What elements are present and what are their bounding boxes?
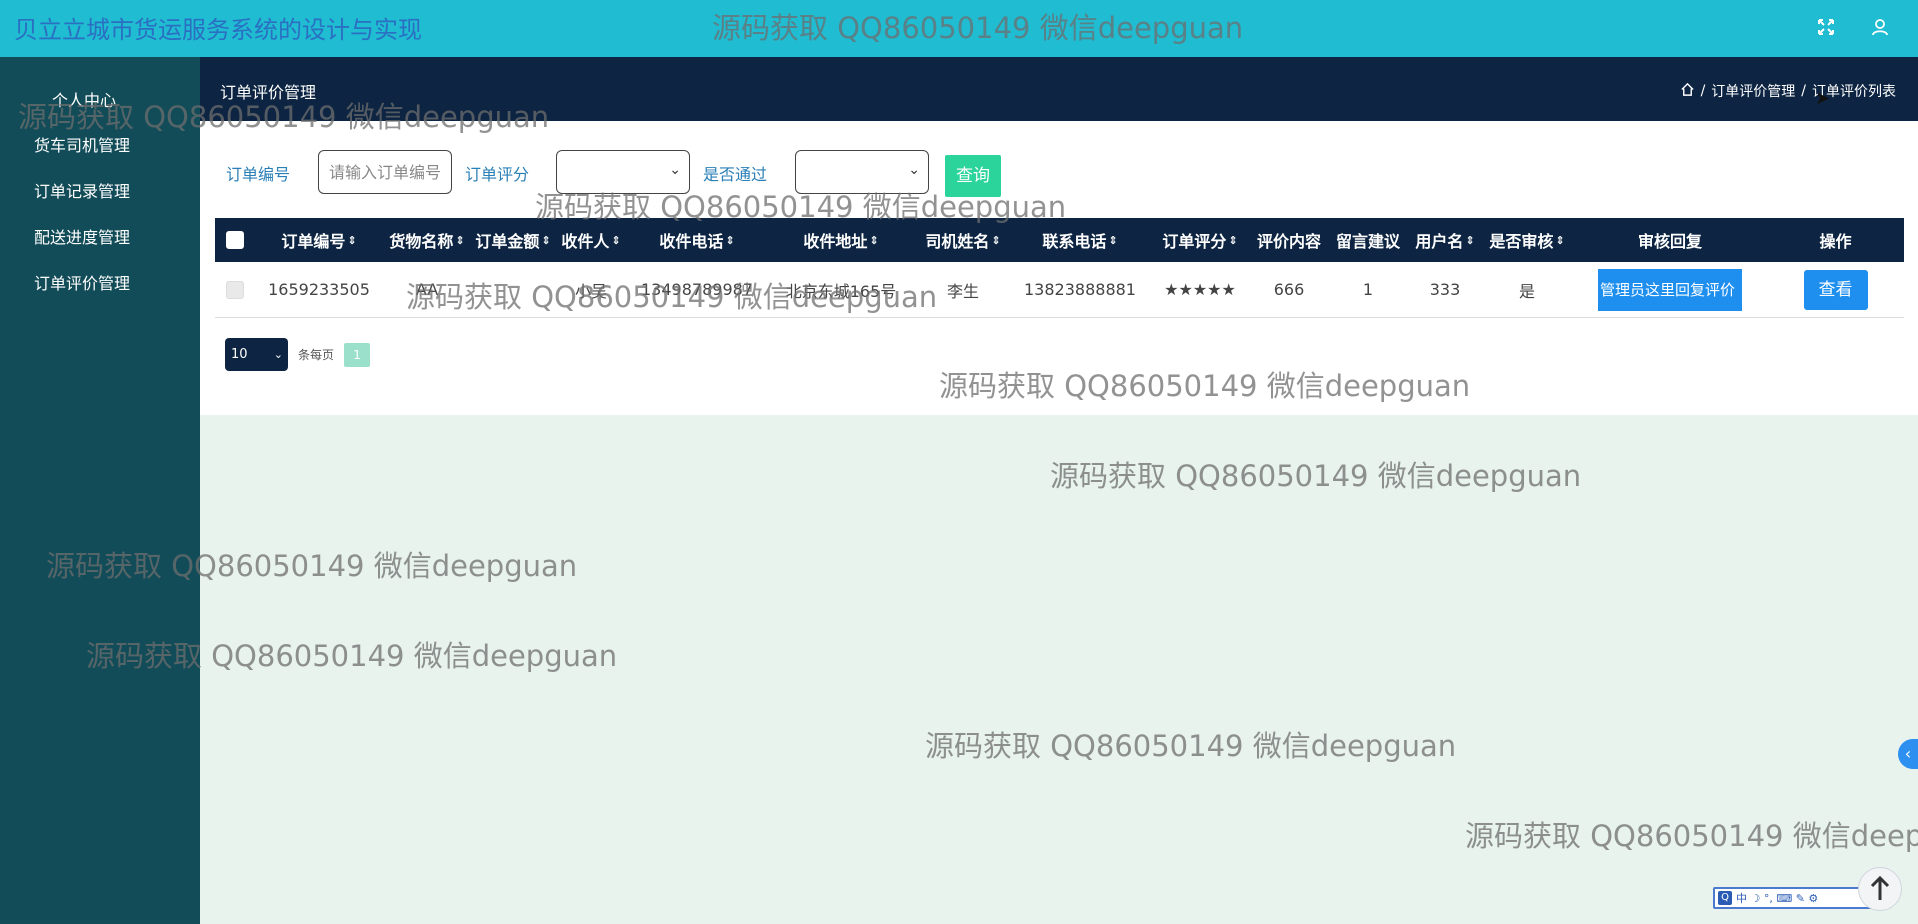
ime-logo-icon: Q <box>1718 891 1732 905</box>
sort-icon: ⇕ <box>991 233 1001 247</box>
app-title: 贝立立城市货运服务系统的设计与实现 <box>14 16 422 44</box>
table-row: 1659233505 AA 小吴 13498789987 北京东城165号 李生… <box>215 262 1904 318</box>
sort-icon: ⇕ <box>1108 233 1118 247</box>
column-header[interactable]: 司机姓名 ⇕ <box>915 218 1011 262</box>
select-all-checkbox[interactable] <box>215 218 255 262</box>
cell-username: 333 <box>1429 280 1461 299</box>
table-header: 订单编号 ⇕ 货物名称 ⇕ 订单金额 ⇕ 收件人 ⇕ 收件电话 ⇕ 收件地址 ⇕ 司机姓名 ⇕… <box>215 218 1904 262</box>
cell-recipient-address: 北京东城165号 <box>785 281 897 301</box>
home-icon[interactable] <box>1680 82 1695 101</box>
cell-rating: ★★★★★ <box>1164 280 1236 299</box>
cell-audited: 是 <box>1518 281 1535 301</box>
column-header[interactable]: 联系电话 ⇕ <box>1011 218 1149 262</box>
cell-recipient: 小吴 <box>574 281 607 301</box>
column-header[interactable]: 订单编号 ⇕ <box>255 218 383 262</box>
sort-icon: ⇕ <box>455 233 465 247</box>
cell-recipient-phone: 13498789987 <box>641 280 753 299</box>
user-icon[interactable] <box>1865 12 1895 42</box>
column-header[interactable]: 是否审核 ⇕ <box>1481 218 1573 262</box>
chevron-down-icon: ⌄ <box>669 162 681 178</box>
page-header: 订单评价管理 / 订单评价管理 / 订单评价列表 <box>200 57 1918 121</box>
page-size-select[interactable]: 10 ⌄ <box>225 338 288 371</box>
watermark: 源码获取 QQ86050149 微信deepguan <box>1465 819 1918 853</box>
page-number-button[interactable]: 1 <box>344 342 371 367</box>
cell-suggestion: 1 <box>1362 280 1374 299</box>
arrow-up-icon <box>1870 875 1890 900</box>
view-button[interactable]: 查看 <box>1803 269 1868 310</box>
cell-review-content: 666 <box>1273 280 1305 299</box>
cell-goods-name: AA <box>415 280 439 299</box>
order-no-input[interactable] <box>318 150 452 194</box>
column-header[interactable]: 订单金额 ⇕ <box>471 218 555 262</box>
column-header[interactable]: 收件电话 ⇕ <box>627 218 767 262</box>
column-header[interactable]: 订单评分 ⇕ <box>1149 218 1251 262</box>
approved-label: 是否通过 <box>703 165 768 184</box>
cell-contact-phone: 13823888881 <box>1024 280 1136 299</box>
column-header[interactable]: 收件地址 ⇕ <box>767 218 915 262</box>
sort-icon: ⇕ <box>725 233 735 247</box>
mouse-cursor-icon: ➤ <box>1815 88 1831 109</box>
ime-mode-icon: 中 ☽ °, ⌨ ✎ ⚙ <box>1736 892 1819 905</box>
column-header[interactable]: 用户名 ⇕ <box>1409 218 1481 262</box>
column-header: 操作 <box>1819 232 1852 251</box>
cell-actions: 查看 <box>1767 262 1904 317</box>
collapse-panel-button[interactable]: ‹ <box>1898 739 1918 769</box>
sort-icon: ⇕ <box>347 233 357 247</box>
cell-driver-name: 李生 <box>946 281 979 301</box>
approved-select[interactable]: ⌄ <box>795 150 929 194</box>
top-bar: 贝立立城市货运服务系统的设计与实现 <box>0 0 1918 57</box>
sort-icon: ⇕ <box>869 233 879 247</box>
column-header[interactable]: 收件人 ⇕ <box>555 218 627 262</box>
row-checkbox[interactable] <box>215 262 255 317</box>
sidebar-item-order-records[interactable]: 订单记录管理 <box>0 174 200 210</box>
per-page-label: 条每页 <box>298 348 335 362</box>
order-rating-label: 订单评分 <box>465 165 530 184</box>
column-header: 审核回复 <box>1637 232 1702 251</box>
breadcrumb-review-management[interactable]: 订单评价管理 <box>1711 81 1795 101</box>
pagination: 10 ⌄ 条每页 1 <box>225 338 371 371</box>
sidebar-item-order-reviews[interactable]: 订单评价管理 <box>0 266 200 302</box>
back-to-top-button[interactable] <box>1858 867 1902 911</box>
fullscreen-icon[interactable] <box>1811 12 1841 42</box>
watermark: 源码获取 QQ86050149 微信deepguan <box>1050 459 1582 493</box>
breadcrumb-separator: / <box>1700 83 1706 99</box>
cell-amount <box>471 262 555 317</box>
column-header[interactable]: 货物名称 ⇕ <box>383 218 471 262</box>
sidebar-item-personal-center[interactable]: 个人中心 <box>0 83 200 119</box>
sort-icon: ⇕ <box>541 233 551 247</box>
breadcrumb-separator: / <box>1801 83 1806 99</box>
sort-icon: ⇕ <box>1228 233 1238 247</box>
cell-audit-reply: 管理员这里回复评价 <box>1573 262 1767 317</box>
order-no-label: 订单编号 <box>226 165 291 184</box>
sort-icon: ⇕ <box>611 233 621 247</box>
column-header: 评价内容 <box>1256 232 1321 251</box>
breadcrumb: / 订单评价管理 / 订单评价列表 <box>1680 81 1896 101</box>
order-rating-select[interactable]: ⌄ <box>556 150 690 194</box>
sidebar-item-driver-management[interactable]: 货车司机管理 <box>0 128 200 164</box>
audit-reply-text: 管理员这里回复评价 <box>1598 268 1742 311</box>
review-table: 订单编号 ⇕ 货物名称 ⇕ 订单金额 ⇕ 收件人 ⇕ 收件电话 ⇕ 收件地址 ⇕ 司机姓名 ⇕… <box>215 218 1904 318</box>
cell-order-no: 1659233505 <box>268 280 370 299</box>
watermark: 源码获取 QQ86050149 微信deepguan <box>925 729 1457 763</box>
main-panel: 订单编号 订单评分 ⌄ 是否通过 ⌄ 查询 订单编号⇕ 货物名称⇕ 订单金额⇕ … <box>200 121 1918 415</box>
sidebar-item-delivery-progress[interactable]: 配送进度管理 <box>0 220 200 256</box>
page-title: 订单评价管理 <box>220 83 317 102</box>
sort-icon: ⇕ <box>1465 233 1475 247</box>
query-button[interactable]: 查询 <box>945 155 1001 197</box>
column-header: 留言建议 <box>1335 232 1400 251</box>
chevron-down-icon: ⌄ <box>908 162 920 178</box>
chevron-down-icon: ⌄ <box>273 348 283 361</box>
ime-toolbar[interactable]: Q 中 ☽ °, ⌨ ✎ ⚙ <box>1713 887 1876 909</box>
sort-icon: ⇕ <box>1555 233 1565 247</box>
sidebar: 个人中心 货车司机管理 订单记录管理 配送进度管理 订单评价管理 <box>0 57 200 924</box>
